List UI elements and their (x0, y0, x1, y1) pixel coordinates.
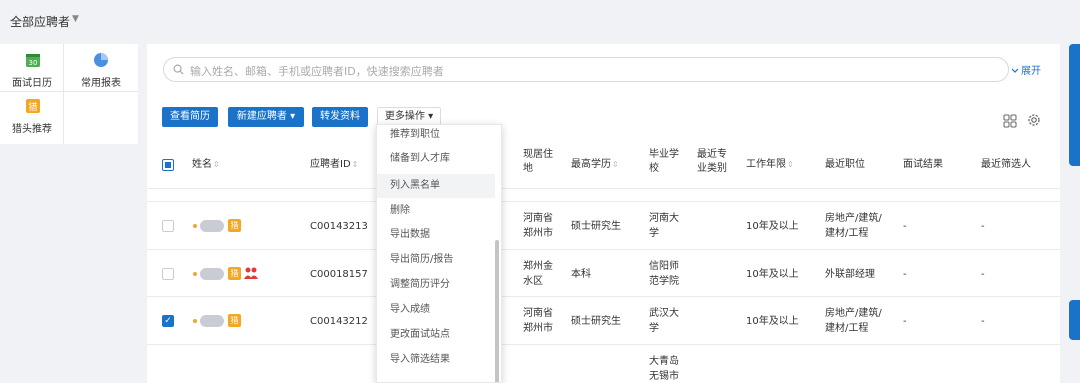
status-dot (193, 272, 197, 276)
quick-link-reports[interactable]: 常用报表 (64, 44, 138, 92)
people-icon (244, 267, 258, 279)
view-resume-button[interactable]: 查看简历 (162, 107, 218, 127)
candidate-list-panel: 输入姓名、邮箱、手机或应聘者ID，快速搜索应聘者 展开 查看简历 新建应聘者 ▾… (147, 44, 1060, 383)
menu-item-blacklist[interactable]: 列入黑名单 (377, 174, 495, 198)
menu-item-import-screening-results[interactable]: 导入筛选结果 (377, 348, 495, 372)
education-cell: 硕士研究生 (571, 221, 621, 232)
screener-cell: - (981, 221, 985, 232)
residence-cell: 郑州金 水区 (523, 261, 553, 287)
expand-filters-link[interactable]: 展开 (1011, 62, 1041, 77)
candidate-name-masked[interactable] (200, 315, 224, 327)
status-dot (193, 224, 197, 228)
headhunter-icon: 猎 (26, 99, 40, 113)
row-divider (147, 249, 1060, 250)
school-cell: 信阳师 范学院 (649, 261, 679, 287)
headhunter-badge: 猎 (228, 219, 241, 232)
candidate-id: C00143212 (310, 316, 368, 327)
sort-icon[interactable]: ⇕ (612, 160, 619, 169)
menu-item-recommend-to-position[interactable]: 推荐到职位 (377, 125, 495, 147)
candidate-id: C00143213 (310, 221, 368, 232)
select-all-checkbox[interactable] (162, 159, 174, 171)
quick-link-label: 猎头推荐 (12, 124, 52, 135)
row-checkbox[interactable] (162, 268, 174, 280)
position-cell: 房地产/建筑/ 建材/工程 (825, 308, 882, 334)
column-header-screener: 最近筛选人 (981, 159, 1031, 170)
menu-item-import-scores[interactable]: 导入成绩 (377, 298, 495, 322)
column-header-position: 最近职位 (825, 159, 865, 170)
years-cell: 10年及以上 (746, 316, 799, 327)
column-header-interview: 面试结果 (903, 159, 943, 170)
svg-text:猎: 猎 (28, 101, 37, 113)
row-divider (147, 201, 1060, 202)
menu-item-adjust-resume-score[interactable]: 调整简历评分 (377, 273, 495, 297)
menu-item-change-interview-site[interactable]: 更改面试站点 (377, 323, 495, 347)
quick-link-headhunter[interactable]: 猎 猎头推荐 (0, 92, 64, 144)
years-cell: 10年及以上 (746, 269, 799, 280)
quick-links-panel: 30 面试日历 常用报表 猎 猎头推荐 (0, 44, 138, 144)
quick-link-interview-calendar[interactable]: 30 面试日历 (0, 44, 64, 92)
expand-label: 展开 (1021, 66, 1041, 77)
menu-scrollbar[interactable] (495, 240, 499, 382)
forward-button[interactable]: 转发资料 (312, 107, 368, 127)
position-cell: 外联部经理 (825, 269, 875, 280)
interview-cell: - (903, 269, 907, 280)
svg-text:30: 30 (29, 59, 38, 67)
column-header-years[interactable]: 工作年限⇕ (746, 158, 794, 172)
search-placeholder: 输入姓名、邮箱、手机或应聘者ID，快速搜索应聘者 (190, 65, 444, 78)
candidate-scope-title[interactable]: 全部应聘者 (10, 13, 70, 30)
residence-cell: 河南省 郑州市 (523, 213, 553, 239)
school-cell: 大青岛 无锡市 (649, 356, 679, 382)
sort-icon[interactable]: ⇕ (787, 160, 794, 169)
more-actions-menu: 推荐到职位 储备到人才库 列入黑名单 删除 导出数据 导出简历/报告 调整简历评… (376, 124, 502, 383)
right-side-tab[interactable] (1069, 300, 1080, 340)
interview-cell: - (903, 316, 907, 327)
column-header-name[interactable]: 姓名⇕ (192, 158, 220, 172)
status-dot (193, 319, 197, 323)
interview-cell: - (903, 221, 907, 232)
top-bar: 全部应聘者 ▼ (0, 0, 1080, 42)
menu-item-delete[interactable]: 删除 (377, 199, 495, 223)
quick-link-label: 常用报表 (81, 78, 121, 89)
grid-view-icon[interactable] (1003, 114, 1017, 128)
right-side-tab[interactable] (1069, 44, 1080, 166)
school-cell: 武汉大 学 (649, 308, 679, 334)
search-input[interactable]: 输入姓名、邮箱、手机或应聘者ID，快速搜索应聘者 (163, 57, 1009, 82)
row-divider (147, 344, 1060, 345)
column-header-id[interactable]: 应聘者ID⇕ (310, 158, 358, 172)
row-checkbox[interactable] (162, 220, 174, 232)
menu-item-export-data[interactable]: 导出数据 (377, 223, 495, 247)
row-divider (147, 188, 1060, 189)
candidate-name-masked[interactable] (200, 220, 224, 232)
school-cell: 河南大 学 (649, 213, 679, 239)
chevron-down-icon (1011, 68, 1019, 73)
menu-item-save-to-talent-pool[interactable]: 储备到人才库 (377, 147, 495, 171)
years-cell: 10年及以上 (746, 221, 799, 232)
search-icon (173, 64, 184, 75)
column-header-major-type: 最近专业类别 (697, 149, 727, 174)
candidate-id: C00018157 (310, 269, 368, 280)
education-cell: 本科 (571, 269, 591, 280)
menu-item-export-resume-report[interactable]: 导出简历/报告 (377, 248, 495, 272)
headhunter-badge: 猎 (228, 314, 241, 327)
gear-icon[interactable] (1026, 112, 1042, 128)
column-header-residence: 现居住地 (523, 149, 553, 174)
column-header-school: 毕业学校 (649, 149, 679, 174)
calendar-icon: 30 (26, 54, 40, 67)
quick-link-label: 面试日历 (12, 78, 52, 89)
scope-dropdown-caret-icon[interactable]: ▼ (72, 14, 79, 24)
row-divider (147, 296, 1060, 297)
sort-icon[interactable]: ⇕ (213, 160, 220, 169)
new-candidate-button[interactable]: 新建应聘者 ▾ (228, 107, 304, 127)
candidate-name-masked[interactable] (200, 268, 224, 280)
pie-chart-icon (94, 53, 108, 67)
education-cell: 硕士研究生 (571, 316, 621, 327)
column-header-education[interactable]: 最高学历⇕ (571, 158, 619, 172)
sort-icon[interactable]: ⇕ (352, 160, 359, 169)
headhunter-badge: 猎 (228, 267, 241, 280)
position-cell: 房地产/建筑/ 建材/工程 (825, 213, 882, 239)
row-checkbox[interactable]: ✓ (162, 315, 174, 327)
screener-cell: - (981, 269, 985, 280)
residence-cell: 河南省 郑州市 (523, 308, 553, 334)
screener-cell: - (981, 316, 985, 327)
